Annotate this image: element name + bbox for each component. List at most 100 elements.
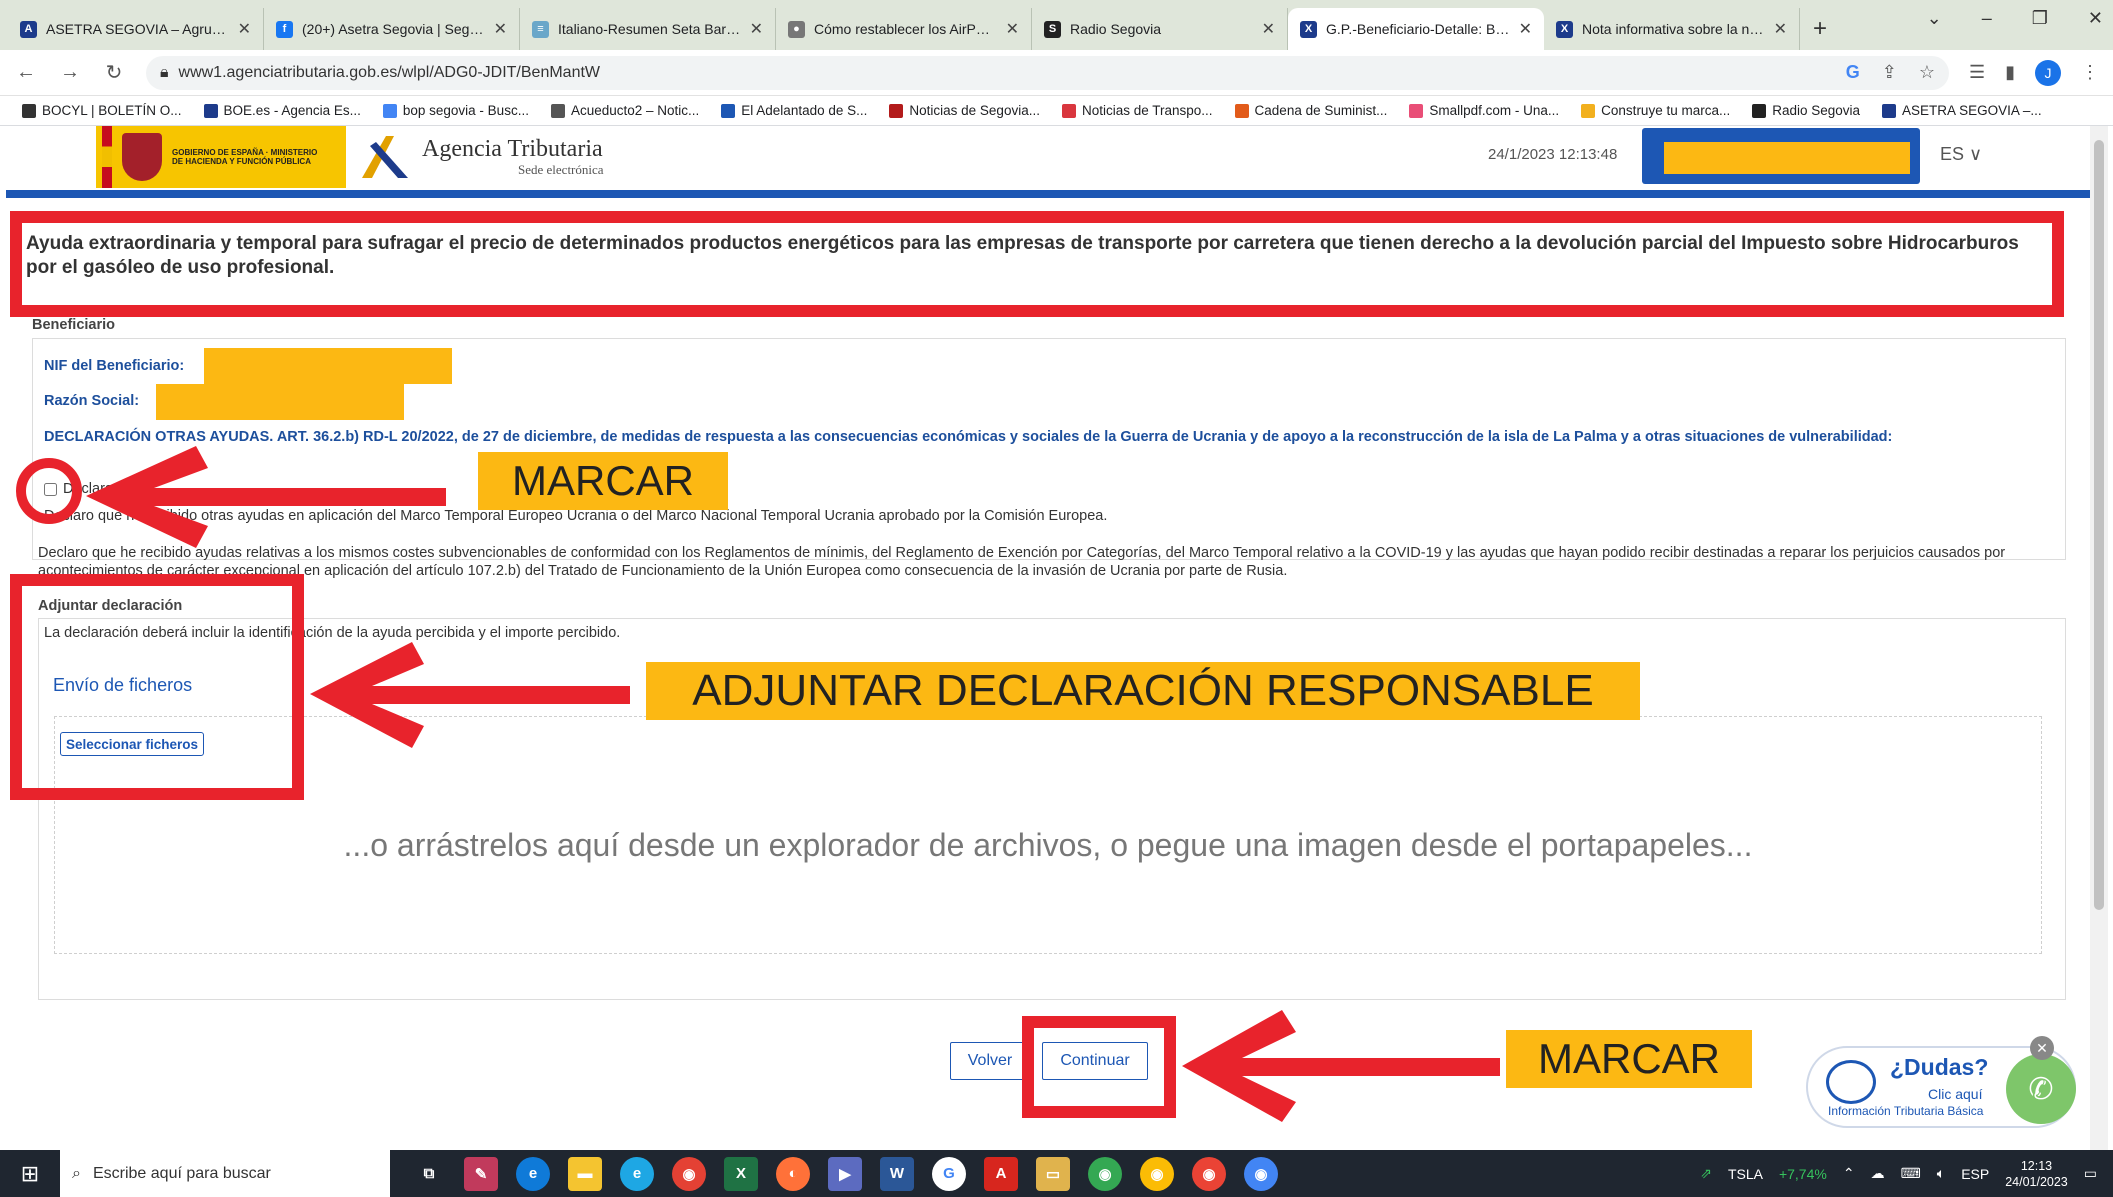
page-scrollbar[interactable] — [2090, 126, 2108, 1150]
bookmark-favicon-icon — [382, 103, 397, 118]
file-dropzone[interactable]: ...o arrástrelos aquí desde un explorado… — [54, 716, 2042, 954]
bookmark-item[interactable]: Radio Segovia — [1752, 103, 1860, 118]
stock-symbol[interactable]: TSLA — [1728, 1166, 1763, 1182]
annotation-arrow-attach-icon — [310, 642, 630, 748]
bookmark-item[interactable]: bop segovia - Busc... — [382, 103, 529, 118]
tab-close-icon[interactable]: ✕ — [1519, 19, 1532, 39]
paint-icon[interactable]: ✎ — [464, 1156, 498, 1191]
help-close-icon[interactable]: ✕ — [2030, 1036, 2054, 1060]
url-text: www1.agenciatributaria.gob.es/wlpl/ADG0-… — [178, 63, 601, 81]
chrome-profile-2-icon[interactable]: ◉ — [1140, 1156, 1174, 1191]
language-selector[interactable]: ES ∨ — [1940, 144, 1982, 165]
back-icon[interactable]: ← — [14, 61, 38, 84]
browser-tab[interactable]: X G.P.-Beneficiario-Detalle: B4014 ✕ — [1288, 8, 1544, 50]
tray-chevron-icon[interactable]: ⌃ — [1843, 1165, 1855, 1182]
volume-icon[interactable]: 🔈︎ — [1937, 1165, 1945, 1182]
tab-title: G.P.-Beneficiario-Detalle: B4014 — [1326, 21, 1510, 37]
bookmark-star-icon[interactable]: ☆ — [1919, 62, 1935, 83]
agencia-tributaria-icon — [362, 136, 408, 178]
scrollbar-thumb[interactable] — [2094, 140, 2104, 910]
bookmark-label: ASETRA SEGOVIA –... — [1902, 103, 2042, 118]
folder-icon[interactable]: ▭ — [1036, 1156, 1070, 1191]
word-icon[interactable]: W — [880, 1156, 914, 1191]
redacted-nif — [204, 348, 452, 384]
bookmark-item[interactable]: BOCYL | BOLETÍN O... — [22, 103, 182, 118]
chrome-active-icon[interactable]: ◉ — [1244, 1156, 1278, 1191]
bookmark-item[interactable]: ASETRA SEGOVIA –... — [1882, 103, 2042, 118]
tab-search-icon[interactable]: ⌄ — [1927, 8, 1942, 29]
help-click-link[interactable]: Clic aquí — [1928, 1086, 1982, 1102]
google-icon[interactable]: G — [932, 1156, 966, 1191]
bookmark-item[interactable]: El Adelantado de S... — [721, 103, 867, 118]
restore-icon[interactable]: ❐ — [2032, 8, 2048, 29]
reload-icon[interactable]: ↻ — [102, 60, 126, 85]
tab-close-icon[interactable]: ✕ — [494, 19, 507, 39]
chrome-profile-3-icon[interactable]: ◉ — [1192, 1156, 1226, 1191]
bookmark-item[interactable]: BOE.es - Agencia Es... — [203, 103, 361, 118]
browser-tab[interactable]: X Nota informativa sobre la nueva ✕ — [1544, 8, 1800, 50]
taskbar-apps: ⧉ ✎ e ▬ e ◉ X ◐ ▶ W G A ▭ ◉ ◉ ◉ ◉ — [412, 1156, 1278, 1191]
bookmark-item[interactable]: Smallpdf.com - Una... — [1409, 103, 1559, 118]
gobierno-logo[interactable]: GOBIERNO DE ESPAÑA · MINISTERIO DE HACIE… — [96, 126, 346, 188]
annotation-arrow-continue-icon — [1182, 1010, 1500, 1122]
chrome-icon[interactable]: ◉ — [672, 1156, 706, 1191]
bookmark-favicon-icon — [721, 103, 736, 118]
search-icon: ⌕ — [72, 1164, 81, 1182]
bookmark-item[interactable]: Noticias de Segovia... — [889, 103, 1040, 118]
bookmark-favicon-icon — [1234, 103, 1249, 118]
acrobat-icon[interactable]: A — [984, 1156, 1018, 1191]
taskbar-clock[interactable]: 12:13 24/01/2023 — [2005, 1158, 2068, 1190]
chrome-profile-1-icon[interactable]: ◉ — [1088, 1156, 1122, 1191]
cloud-icon[interactable]: ☁ — [1871, 1165, 1885, 1182]
tab-close-icon[interactable]: ✕ — [750, 19, 763, 39]
reading-list-icon[interactable]: ☰ — [1969, 62, 1985, 83]
internet-explorer-icon[interactable]: e — [620, 1156, 654, 1191]
windows-start-icon[interactable]: ⊞ — [0, 1150, 60, 1197]
bookmark-item[interactable]: Acueducto2 – Notic... — [550, 103, 699, 118]
file-explorer-icon[interactable]: ▬ — [568, 1156, 602, 1191]
share-icon[interactable]: ⇪ — [1882, 62, 1897, 83]
annotation-box-attach — [10, 574, 304, 800]
browser-tab[interactable]: f (20+) Asetra Segovia | Segovia | ✕ — [264, 8, 520, 50]
apple-icon: ● — [788, 20, 805, 38]
tab-close-icon[interactable]: ✕ — [1262, 19, 1275, 39]
language-indicator[interactable]: ESP — [1961, 1166, 1989, 1182]
bookmark-item[interactable]: Construye tu marca... — [1581, 103, 1730, 118]
firefox-icon[interactable]: ◐ — [776, 1156, 810, 1191]
browser-tab[interactable]: ≡ Italiano-Resumen Seta Baricco ✕ — [520, 8, 776, 50]
browser-tab[interactable]: ● Cómo restablecer los AirPods y ✕ — [776, 8, 1032, 50]
annotation-adjuntar: ADJUNTAR DECLARACIÓN RESPONSABLE — [646, 662, 1640, 720]
browser-tab[interactable]: S Radio Segovia ✕ — [1032, 8, 1288, 50]
google-icon[interactable]: G — [1846, 62, 1860, 83]
url-input[interactable]: 🔒︎ www1.agenciatributaria.gob.es/wlpl/AD… — [146, 55, 1949, 90]
side-panel-icon[interactable]: ▮ — [2005, 62, 2015, 83]
bookmark-item[interactable]: Cadena de Suminist... — [1234, 103, 1387, 118]
tab-close-icon[interactable]: ✕ — [1774, 19, 1787, 39]
close-window-icon[interactable]: ✕ — [2088, 8, 2103, 29]
user-session-box[interactable] — [1642, 128, 1920, 184]
forward-icon[interactable]: → — [58, 61, 82, 84]
tab-close-icon[interactable]: ✕ — [238, 19, 251, 39]
notifications-icon[interactable]: ▭ — [2084, 1165, 2097, 1182]
profile-avatar[interactable]: J — [2035, 59, 2061, 86]
excel-icon[interactable]: X — [724, 1156, 758, 1191]
stock-change: +7,74% — [1778, 1165, 1827, 1182]
menu-dots-icon[interactable]: ⋮ — [2081, 62, 2099, 83]
taskbar-search-input[interactable]: ⌕ Escribe aquí para buscar — [60, 1150, 390, 1197]
edge-icon[interactable]: e — [516, 1156, 550, 1191]
bookmark-item[interactable]: Noticias de Transpo... — [1061, 103, 1213, 118]
phone-icon[interactable]: ✆ — [2006, 1054, 2076, 1124]
new-tab-button[interactable]: + — [1800, 8, 1840, 50]
browser-tab[interactable]: A ASETRA SEGOVIA – Agrupación ✕ — [8, 8, 264, 50]
tab-close-icon[interactable]: ✕ — [1006, 19, 1019, 39]
bookmark-favicon-icon — [550, 103, 565, 118]
media-player-icon[interactable]: ▶ — [828, 1156, 862, 1191]
agencia-tributaria-logo[interactable]: Agencia Tributaria Sede electrónica — [358, 132, 604, 182]
asetra-icon: A — [20, 20, 37, 38]
back-button[interactable]: Volver — [950, 1042, 1030, 1080]
help-widget[interactable]: ¿Dudas? Clic aquí Información Tributaria… — [1806, 1036, 2076, 1128]
minimize-icon[interactable]: – — [1982, 8, 1992, 29]
task-view-icon[interactable]: ⧉ — [412, 1157, 446, 1191]
bookmark-label: Construye tu marca... — [1601, 103, 1731, 118]
network-icon[interactable]: ⌨ — [1901, 1165, 1921, 1182]
